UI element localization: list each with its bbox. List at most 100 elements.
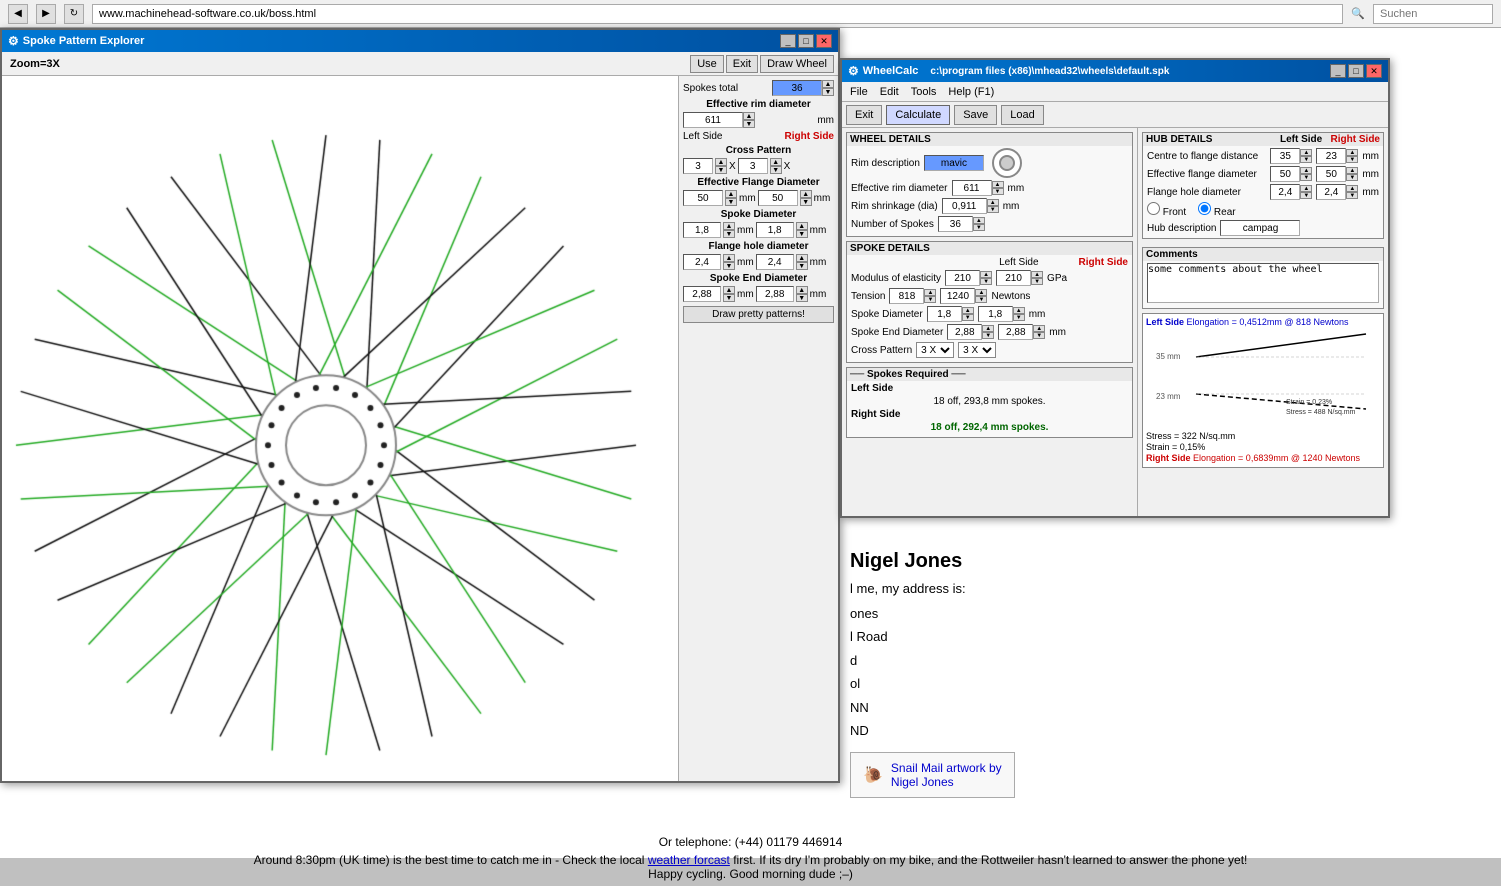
cross-left-input[interactable]: [683, 158, 713, 174]
wc-spoke-dia-left-input[interactable]: [927, 306, 962, 322]
rim-dia-down-btn[interactable]: ▼: [743, 120, 755, 128]
spokes-up-btn[interactable]: ▲: [822, 80, 834, 88]
hub-eff-flange-left-input[interactable]: [1270, 166, 1300, 182]
back-button[interactable]: ◀: [8, 4, 28, 24]
hef-left-down[interactable]: ▼: [1300, 174, 1312, 181]
hfh-right-up[interactable]: ▲: [1346, 185, 1358, 192]
hef-right-up[interactable]: ▲: [1346, 167, 1358, 174]
wc-rim-up[interactable]: ▲: [992, 181, 1004, 188]
spokes-down-btn[interactable]: ▼: [822, 88, 834, 96]
hfh-left-up[interactable]: ▲: [1300, 185, 1312, 192]
hub-eff-flange-right-input[interactable]: [1316, 166, 1346, 182]
hub-flange-hole-left-input[interactable]: [1270, 184, 1300, 200]
wc-spoke-end-left-down[interactable]: ▼: [982, 332, 994, 339]
wc-calculate-btn[interactable]: Calculate: [886, 105, 950, 125]
spoke-dia-right-down[interactable]: ▼: [796, 230, 808, 238]
wc-spoke-end-right-down[interactable]: ▼: [1033, 332, 1045, 339]
front-radio[interactable]: [1147, 202, 1160, 215]
cross-left-select[interactable]: 3 X2 X1 X4 X: [916, 342, 954, 358]
tension-right-down[interactable]: ▼: [975, 296, 987, 303]
flange-right-up[interactable]: ▲: [800, 190, 812, 198]
wc-spoke-end-left-input[interactable]: [947, 324, 982, 340]
weather-link[interactable]: weather forcast: [648, 853, 730, 867]
spoke-dia-right-input[interactable]: [756, 222, 794, 238]
draw-wheel-button[interactable]: Draw Wheel: [760, 55, 834, 73]
cross-right-up[interactable]: ▲: [770, 158, 782, 166]
shrinkage-up[interactable]: ▲: [987, 199, 999, 206]
spokes-total-input[interactable]: [772, 80, 822, 96]
flange-dia-left-input[interactable]: [683, 190, 723, 206]
spe-minimize-btn[interactable]: _: [780, 34, 796, 48]
flange-hole-right-down[interactable]: ▼: [796, 262, 808, 270]
centre-flange-right-input[interactable]: [1316, 148, 1346, 164]
exit-button[interactable]: Exit: [726, 55, 758, 73]
tension-left-down[interactable]: ▼: [924, 296, 936, 303]
cross-left-up[interactable]: ▲: [715, 158, 727, 166]
hfh-right-down[interactable]: ▼: [1346, 192, 1358, 199]
modulus-left-up[interactable]: ▲: [980, 271, 992, 278]
spokes-num-up[interactable]: ▲: [973, 217, 985, 224]
hef-right-down[interactable]: ▼: [1346, 174, 1358, 181]
flange-left-down[interactable]: ▼: [725, 198, 737, 206]
eff-rim-dia-input[interactable]: [683, 112, 743, 128]
modulus-left-down[interactable]: ▼: [980, 278, 992, 285]
tension-right-input[interactable]: [940, 288, 975, 304]
wc-spoke-end-left-up[interactable]: ▲: [982, 325, 994, 332]
wc-spoke-dia-right-down[interactable]: ▼: [1013, 314, 1025, 321]
rim-dia-up-btn[interactable]: ▲: [743, 112, 755, 120]
wc-spoke-end-right-up[interactable]: ▲: [1033, 325, 1045, 332]
flange-left-up[interactable]: ▲: [725, 190, 737, 198]
cross-right-input[interactable]: [738, 158, 768, 174]
refresh-button[interactable]: ↻: [64, 4, 84, 24]
comments-textarea[interactable]: some comments about the wheel: [1147, 263, 1379, 303]
flange-hole-right-up[interactable]: ▲: [796, 254, 808, 262]
tension-left-input[interactable]: [889, 288, 924, 304]
wc-eff-rim-dia-input[interactable]: [952, 180, 992, 196]
rear-radio[interactable]: [1198, 202, 1211, 215]
hef-left-up[interactable]: ▲: [1300, 167, 1312, 174]
use-button[interactable]: Use: [690, 55, 724, 73]
wc-close-btn[interactable]: ✕: [1366, 64, 1382, 78]
cf-right-up[interactable]: ▲: [1346, 149, 1358, 156]
wc-maximize-btn[interactable]: □: [1348, 64, 1364, 78]
modulus-left-input[interactable]: [945, 270, 980, 286]
spoke-end-right-down[interactable]: ▼: [796, 294, 808, 302]
cf-right-down[interactable]: ▼: [1346, 156, 1358, 163]
spoke-end-right-input[interactable]: [756, 286, 794, 302]
search-input[interactable]: [1373, 4, 1493, 24]
modulus-right-up[interactable]: ▲: [1031, 271, 1043, 278]
spoke-dia-right-up[interactable]: ▲: [796, 222, 808, 230]
spe-maximize-btn[interactable]: □: [798, 34, 814, 48]
draw-patterns-button[interactable]: Draw pretty patterns!: [683, 306, 834, 323]
wc-rim-down[interactable]: ▼: [992, 188, 1004, 195]
wc-spoke-dia-right-up[interactable]: ▲: [1013, 307, 1025, 314]
menu-edit[interactable]: Edit: [878, 86, 901, 98]
flange-right-down[interactable]: ▼: [800, 198, 812, 206]
tension-right-up[interactable]: ▲: [975, 289, 987, 296]
flange-hole-left-down[interactable]: ▼: [723, 262, 735, 270]
centre-flange-left-input[interactable]: [1270, 148, 1300, 164]
tension-left-up[interactable]: ▲: [924, 289, 936, 296]
hub-desc-input[interactable]: [1220, 220, 1300, 236]
spoke-end-left-input[interactable]: [683, 286, 721, 302]
flange-dia-right-input[interactable]: [758, 190, 798, 206]
cross-right-select[interactable]: 3 X2 X1 X4 X: [958, 342, 996, 358]
wc-spoke-dia-right-input[interactable]: [978, 306, 1013, 322]
shrinkage-down[interactable]: ▼: [987, 206, 999, 213]
spokes-num-down[interactable]: ▼: [973, 224, 985, 231]
spoke-end-left-down[interactable]: ▼: [723, 294, 735, 302]
cross-right-down[interactable]: ▼: [770, 166, 782, 174]
flange-hole-left-input[interactable]: [683, 254, 721, 270]
cross-left-down[interactable]: ▼: [715, 166, 727, 174]
rim-shrinkage-input[interactable]: [942, 198, 987, 214]
spoke-end-right-up[interactable]: ▲: [796, 286, 808, 294]
cf-left-up[interactable]: ▲: [1300, 149, 1312, 156]
spoke-dia-left-input[interactable]: [683, 222, 721, 238]
modulus-right-down[interactable]: ▼: [1031, 278, 1043, 285]
spoke-end-left-up[interactable]: ▲: [723, 286, 735, 294]
rim-desc-input[interactable]: [924, 155, 984, 171]
hfh-left-down[interactable]: ▼: [1300, 192, 1312, 199]
url-bar[interactable]: [92, 4, 1343, 24]
wc-load-btn[interactable]: Load: [1001, 105, 1043, 125]
spe-close-btn[interactable]: ✕: [816, 34, 832, 48]
